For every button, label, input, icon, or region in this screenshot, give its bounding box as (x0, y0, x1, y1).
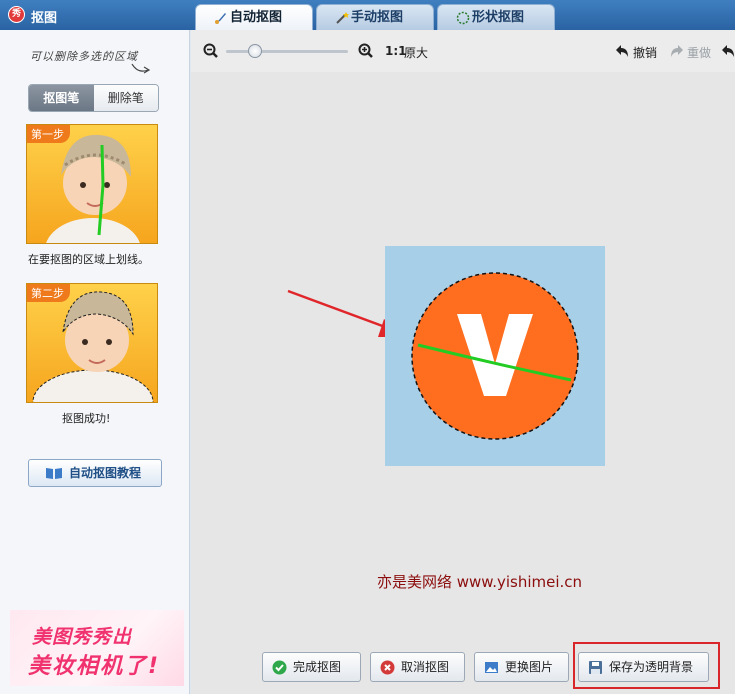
cancel-cutout-button[interactable]: 取消抠图 (370, 652, 465, 682)
zoom-in-icon[interactable] (358, 43, 374, 59)
promo-line1: 美图秀秀出 (32, 626, 133, 648)
step-badge: 第二步 (27, 284, 70, 302)
undo-icon (616, 45, 628, 57)
undo-label: 撤销 (633, 46, 658, 60)
tab-auto-cutout[interactable]: 自动抠图 (195, 4, 313, 31)
redo-button[interactable]: 重做 (669, 44, 711, 61)
brush-mode-toggle: 抠图笔 删除笔 (28, 84, 159, 112)
original-size-button[interactable]: 原大 (404, 44, 428, 61)
cutout-brush-button[interactable]: 抠图笔 (29, 85, 94, 111)
close-circle-icon (380, 660, 395, 675)
book-icon (46, 468, 62, 479)
complete-cutout-button[interactable]: 完成抠图 (262, 652, 361, 682)
redo-label: 重做 (687, 46, 712, 60)
tab-label: 手动抠图 (351, 10, 404, 25)
zoom-slider-track[interactable] (226, 50, 348, 53)
magic-wand-icon (336, 12, 349, 24)
step-badge: 第一步 (27, 125, 70, 143)
toolbar: 1:1 原大 撤销 重做 (191, 30, 735, 72)
highlight-box (573, 642, 720, 689)
editing-canvas[interactable]: 亦是美网络 www.yishimei.cn 完成抠图 取消抠图 更换图片 保存为… (191, 72, 735, 694)
step1-caption: 在要抠图的区域上划线。 (28, 253, 149, 266)
v-logo-image (411, 272, 579, 440)
brush-icon (215, 13, 226, 24)
complete-label: 完成抠图 (293, 660, 342, 674)
title-bar: 秀 抠图 自动抠图 手动抠图 形状抠图 (0, 0, 735, 31)
tab-label: 形状抠图 (472, 10, 525, 25)
app-logo-icon: 秀 (8, 6, 25, 23)
auto-cutout-tutorial-button[interactable]: 自动抠图教程 (28, 459, 162, 487)
promo-line2: 美妆相机了! (28, 654, 161, 679)
image-icon (485, 662, 498, 673)
zoom-out-icon[interactable] (203, 43, 219, 59)
watermark-text: 亦是美网络 www.yishimei.cn (377, 573, 583, 591)
promo-banner[interactable]: 美图秀秀出 美妆相机了! (10, 610, 184, 686)
erase-brush-button[interactable]: 删除笔 (93, 85, 158, 111)
dashed-shape-icon (456, 11, 470, 25)
replace-label: 更换图片 (505, 660, 554, 674)
sidebar: 可以删除多选的区域 抠图笔 删除笔 第一步 在要抠图的区域上划线。 第二步 抠图… (0, 30, 190, 694)
hint-text: 可以删除多选的区域 (30, 50, 138, 63)
check-circle-icon (272, 660, 287, 675)
undo-button[interactable]: 撤销 (615, 44, 657, 61)
working-image[interactable] (385, 246, 605, 466)
tab-label: 自动抠图 (230, 10, 283, 25)
cancel-label: 取消抠图 (401, 660, 450, 674)
rotate-icon[interactable] (721, 44, 735, 58)
replace-image-button[interactable]: 更换图片 (474, 652, 569, 682)
window-title: 抠图 (31, 11, 58, 26)
curved-arrow-icon (131, 63, 151, 74)
redo-icon (671, 45, 683, 57)
tutorial-label: 自动抠图教程 (69, 466, 142, 480)
step2-image: 第二步 (26, 283, 158, 403)
step2-caption: 抠图成功! (62, 412, 111, 425)
tab-manual-cutout[interactable]: 手动抠图 (316, 4, 434, 30)
step1-image: 第一步 (26, 124, 158, 244)
tab-shape-cutout[interactable]: 形状抠图 (437, 4, 555, 30)
zoom-slider-handle[interactable] (248, 44, 262, 58)
